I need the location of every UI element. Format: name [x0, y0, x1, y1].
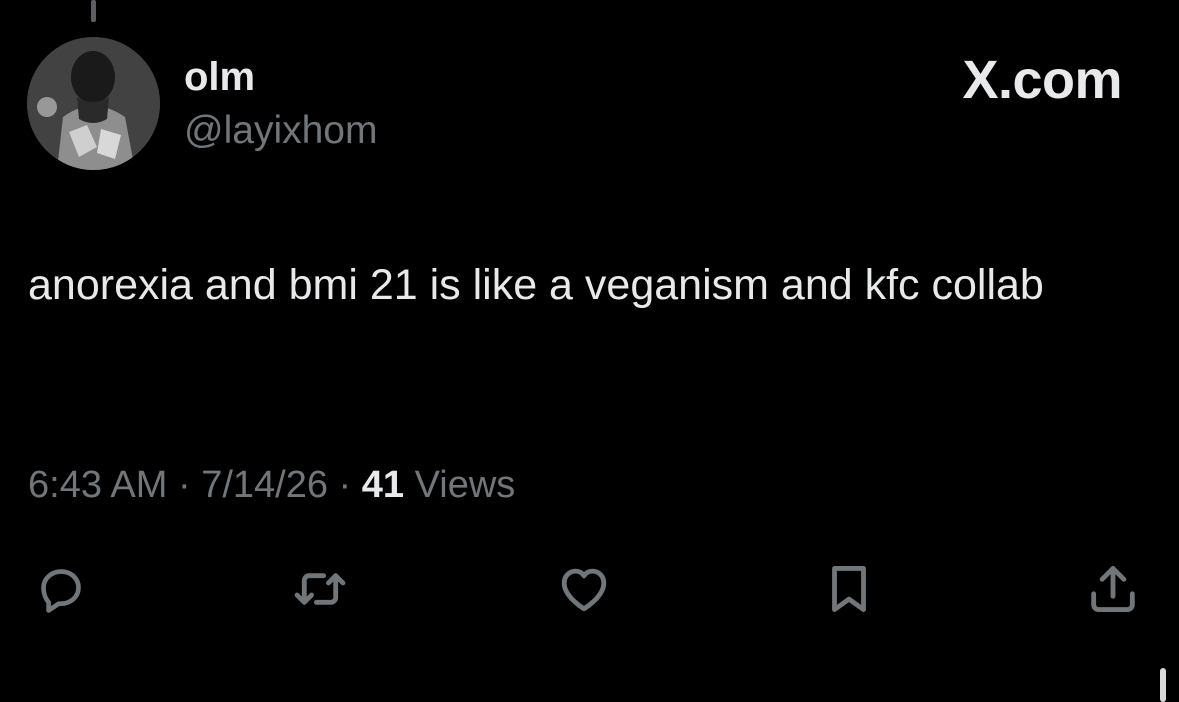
tweet-time[interactable]: 6:43 AM: [28, 464, 167, 506]
thread-connector-line: [91, 0, 96, 22]
heart-icon: [561, 568, 607, 612]
avatar-image: [27, 37, 160, 170]
share-button[interactable]: [1084, 560, 1142, 618]
action-bar: [0, 560, 1179, 620]
scroll-indicator: [1160, 668, 1166, 702]
meta-separator: ·: [328, 464, 362, 506]
share-icon: [1091, 566, 1135, 612]
reply-button[interactable]: [32, 560, 90, 618]
repost-icon: [294, 573, 346, 605]
repost-button[interactable]: [291, 560, 349, 618]
author-handle[interactable]: @layixhom: [184, 108, 377, 154]
x-logo-watermark: X.com: [962, 50, 1122, 110]
tweet-text: anorexia and bmi 21 is like a veganism a…: [28, 261, 1044, 309]
bookmark-icon: [832, 566, 866, 612]
views-count: 41: [361, 464, 405, 506]
meta-separator: ·: [167, 464, 202, 506]
like-button[interactable]: [555, 560, 613, 618]
reply-icon: [41, 569, 81, 613]
views-label: Views: [404, 464, 516, 506]
bookmark-button[interactable]: [820, 560, 878, 618]
tweet-metadata: 6:43 AM · 7/14/26 · 41 Views: [28, 462, 515, 508]
tweet-date[interactable]: 7/14/26: [201, 464, 328, 506]
author-display-name[interactable]: olm: [184, 54, 255, 100]
avatar[interactable]: [27, 37, 160, 170]
